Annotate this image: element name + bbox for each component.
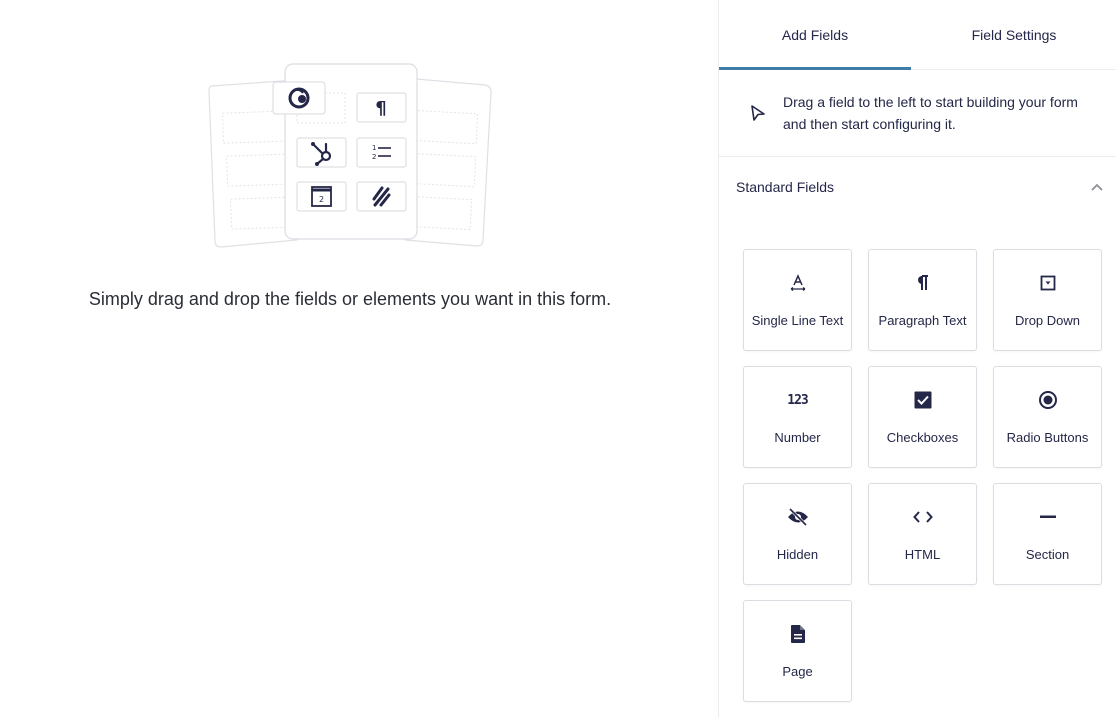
illustration-right-card — [404, 77, 492, 247]
field-label: Page — [782, 664, 813, 679]
drag-hint: Drag a field to the left to start buildi… — [719, 70, 1116, 157]
field-label: HTML — [904, 547, 941, 562]
field-number[interactable]: 123 Number — [743, 366, 852, 468]
illustration-mailchimp-chip — [272, 81, 326, 115]
field-section[interactable]: Section — [993, 483, 1102, 585]
field-label: Drop Down — [1014, 313, 1081, 328]
field-drop-down[interactable]: Drop Down — [993, 249, 1102, 351]
checkbox-icon — [911, 390, 935, 410]
field-label: Checkboxes — [886, 430, 959, 445]
page-icon — [786, 624, 810, 644]
field-checkboxes[interactable]: Checkboxes — [868, 366, 977, 468]
field-label: Hidden — [776, 547, 819, 562]
field-label: Radio Buttons — [1006, 430, 1089, 445]
sidebar-tabs: Add Fields Field Settings — [719, 0, 1116, 70]
empty-form-illustration: ¶ 1 2 2 — [208, 63, 492, 248]
minus-icon — [1036, 507, 1060, 527]
chevron-up-icon[interactable] — [1090, 182, 1104, 192]
field-html[interactable]: HTML — [868, 483, 977, 585]
field-radio-buttons[interactable]: Radio Buttons — [993, 366, 1102, 468]
drag-hint-text: Drag a field to the left to start buildi… — [783, 94, 1078, 132]
svg-text:2: 2 — [372, 153, 376, 161]
paragraph-icon — [911, 273, 935, 293]
active-tab-indicator — [719, 67, 911, 70]
tab-field-settings[interactable]: Field Settings — [911, 0, 1116, 70]
form-canvas[interactable]: ¶ 1 2 2 Simply drag and drop the fields … — [0, 0, 718, 717]
standard-fields-title: Standard Fields — [736, 179, 835, 195]
cursor-pointer-icon — [751, 105, 765, 121]
number-icon: 123 — [787, 392, 808, 408]
field-paragraph-text[interactable]: Paragraph Text — [868, 249, 977, 351]
dropdown-icon — [1036, 273, 1060, 293]
radio-icon — [1036, 390, 1060, 410]
field-page[interactable]: Page — [743, 600, 852, 702]
svg-text:¶: ¶ — [375, 98, 386, 119]
tab-add-fields[interactable]: Add Fields — [719, 0, 911, 70]
single-line-text-icon — [786, 273, 810, 293]
field-label: Single Line Text — [751, 313, 844, 328]
field-hidden[interactable]: Hidden — [743, 483, 852, 585]
field-label: Section — [1025, 547, 1070, 562]
field-label: Paragraph Text — [878, 313, 967, 328]
svg-text:2: 2 — [319, 195, 324, 204]
code-icon — [911, 507, 935, 527]
field-label: Number — [774, 430, 821, 445]
standard-fields-grid: Single Line Text Paragraph Text Drop Dow… — [743, 249, 1102, 702]
fields-sidebar: Add Fields Field Settings Drag a field t… — [718, 0, 1116, 717]
eye-off-icon — [786, 507, 810, 527]
field-single-line-text[interactable]: Single Line Text — [743, 249, 852, 351]
standard-fields-header[interactable]: Standard Fields — [719, 157, 1116, 217]
svg-text:1: 1 — [372, 144, 376, 152]
empty-canvas-message: Simply drag and drop the fields or eleme… — [88, 289, 612, 309]
